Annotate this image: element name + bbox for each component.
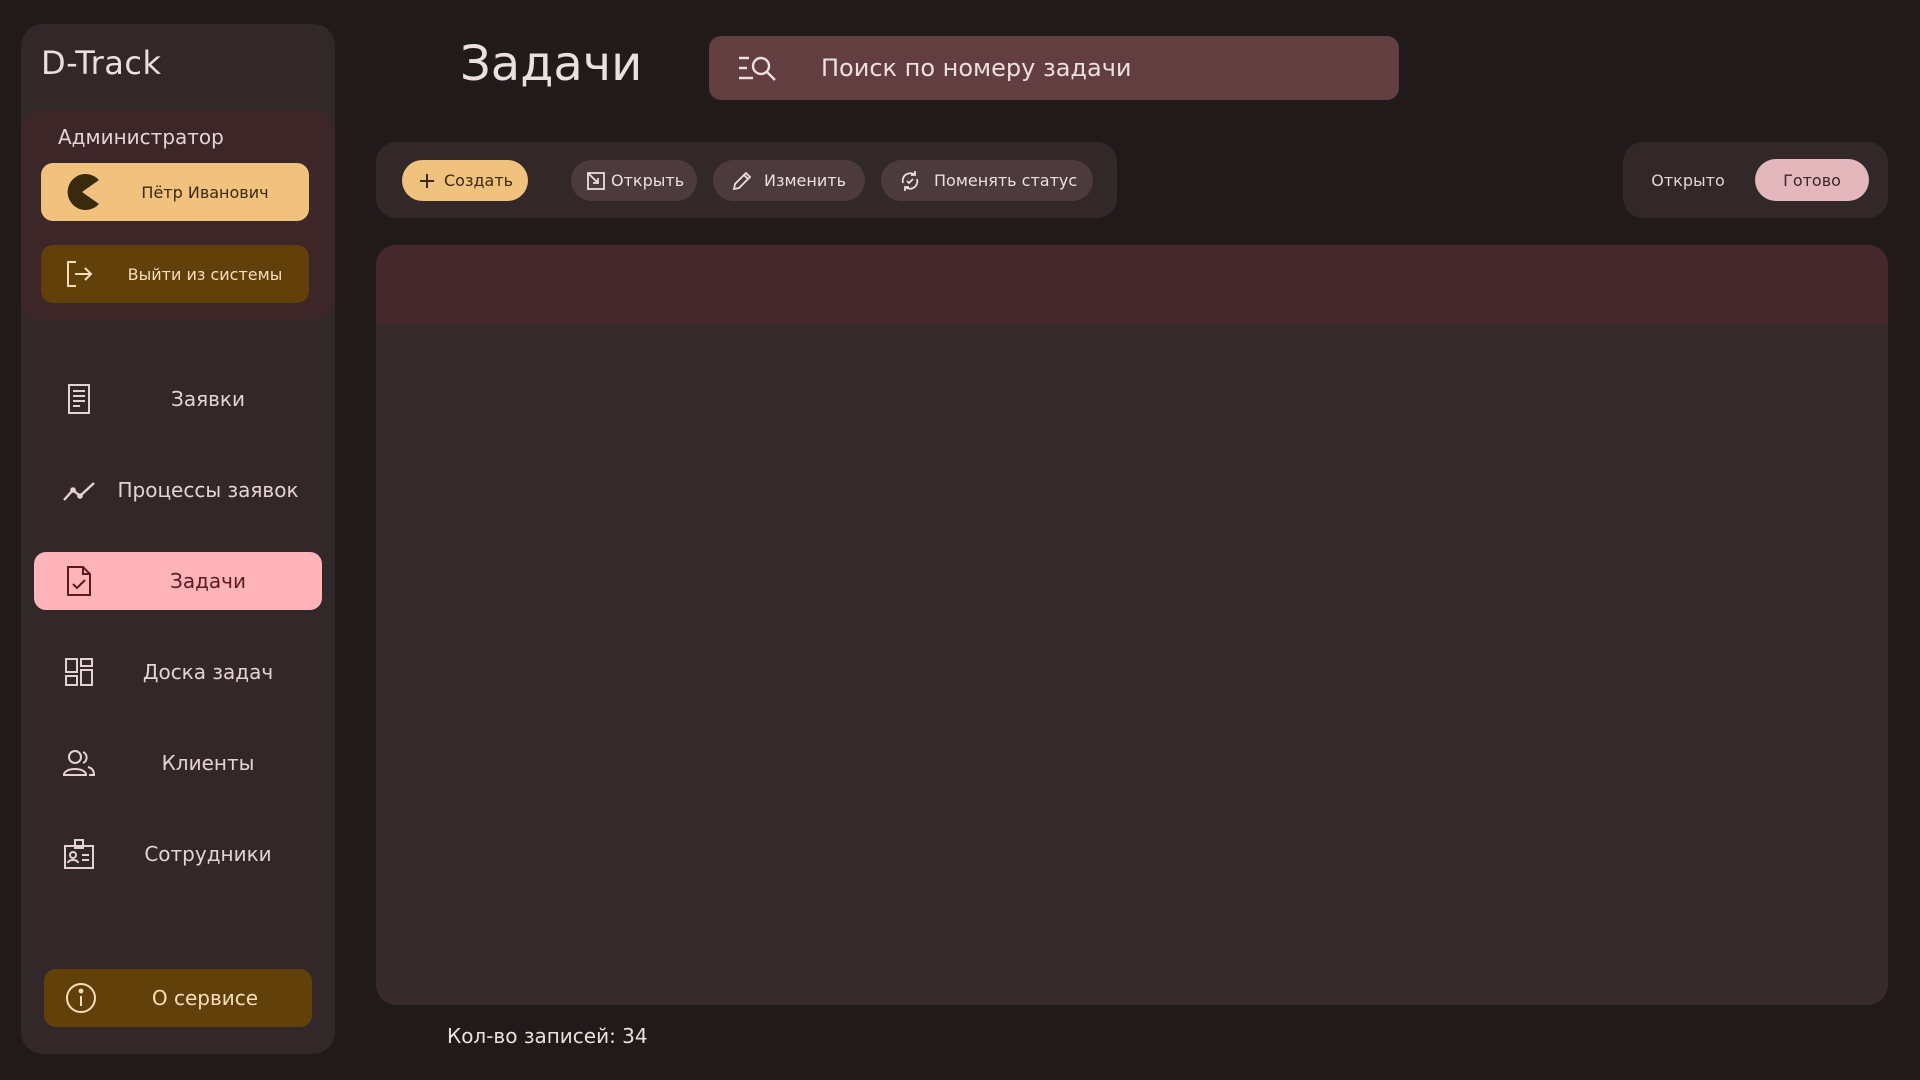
search-placeholder: Поиск по номеру задачи: [821, 54, 1132, 82]
trending-icon: [62, 473, 96, 507]
about-service-label: О сервисе: [151, 986, 259, 1010]
open-label: Открыть: [611, 171, 685, 190]
nav-item-tasks[interactable]: Задачи: [34, 552, 322, 610]
logout-button[interactable]: Выйти из системы: [41, 245, 309, 303]
receipt-icon: [62, 382, 96, 416]
nav-item-request-processes[interactable]: Процессы заявок: [34, 461, 322, 519]
info-icon: [64, 981, 98, 1015]
table-header: [376, 245, 1888, 323]
user-profile-button[interactable]: Пётр Иванович: [41, 163, 309, 221]
edit-label: Изменить: [764, 171, 846, 190]
task-icon: [62, 564, 96, 598]
open-icon: [585, 170, 607, 192]
logout-icon: [63, 258, 95, 290]
pencil-icon: [731, 170, 753, 192]
action-toolbar: Создать Открыть Изменить Поменять статус: [376, 142, 1117, 218]
status-filter: Открыто Готово: [1623, 142, 1888, 218]
user-role: Администратор: [58, 125, 224, 149]
about-service-button[interactable]: О сервисе: [44, 969, 312, 1027]
logout-label: Выйти из системы: [127, 264, 283, 284]
search-input[interactable]: Поиск по номеру задачи: [709, 36, 1399, 100]
user-card: Администратор Пётр Иванович Выйти из сис…: [21, 110, 335, 320]
search-icon: [737, 52, 777, 84]
tasks-table: [376, 245, 1888, 1005]
edit-button[interactable]: Изменить: [713, 160, 865, 201]
sync-icon: [899, 170, 921, 192]
nav-item-requests[interactable]: Заявки: [34, 370, 322, 428]
avatar-icon: [63, 173, 101, 211]
dashboard-icon: [62, 655, 96, 689]
status-done-button[interactable]: Готово: [1755, 159, 1869, 201]
open-button[interactable]: Открыть: [571, 160, 697, 201]
records-count: Кол-во записей: 34: [447, 1024, 648, 1048]
nav-label-task-board: Доска задач: [142, 660, 274, 684]
page-title: Задачи: [460, 36, 643, 92]
create-label: Создать: [444, 171, 514, 190]
nav-label-requests: Заявки: [171, 387, 245, 411]
nav-label-clients: Клиенты: [161, 751, 255, 775]
user-name: Пётр Иванович: [141, 182, 269, 202]
badge-icon: [62, 837, 96, 871]
app-brand: D-Track: [41, 44, 162, 82]
nav-item-task-board[interactable]: Доска задач: [34, 643, 322, 701]
change-status-button[interactable]: Поменять статус: [881, 160, 1093, 201]
status-open-button[interactable]: Открыто: [1638, 159, 1738, 201]
sidebar: D-Track Администратор Пётр Иванович Выйт…: [21, 24, 335, 1054]
nav-label-request-processes: Процессы заявок: [117, 478, 299, 502]
nav-label-employees: Сотрудники: [144, 842, 272, 866]
create-button[interactable]: Создать: [402, 160, 528, 201]
nav-label-tasks: Задачи: [170, 569, 246, 593]
nav-item-employees[interactable]: Сотрудники: [34, 825, 322, 883]
change-status-label: Поменять статус: [934, 171, 1078, 190]
people-icon: [62, 746, 96, 780]
nav-item-clients[interactable]: Клиенты: [34, 734, 322, 792]
plus-icon: [416, 170, 438, 192]
